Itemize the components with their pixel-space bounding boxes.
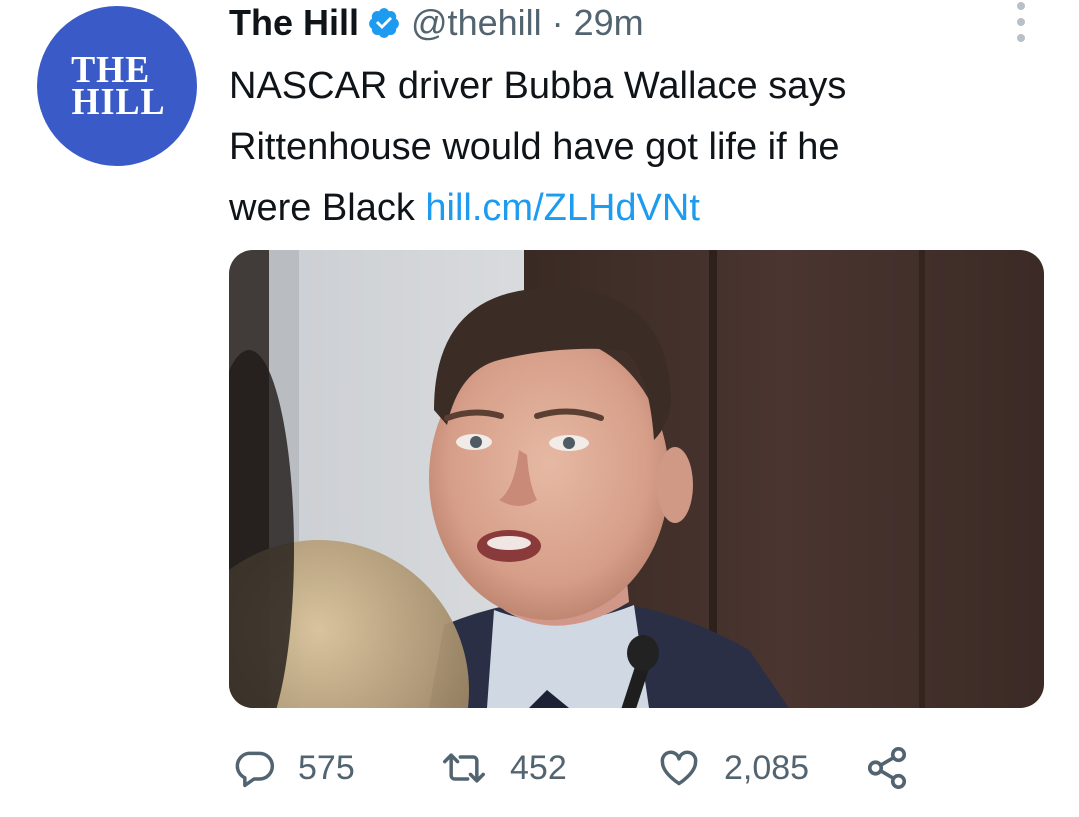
- retweet-arrows-icon: [443, 753, 485, 783]
- avatar-logo-line-2: HILL: [71, 81, 167, 123]
- avatar[interactable]: THE HILL: [37, 6, 197, 166]
- heart-icon: [660, 750, 698, 786]
- photo-person-testifying: [229, 250, 1044, 708]
- share-button[interactable]: [864, 742, 910, 794]
- tweet-text-line-3: were Black hill.cm/ZLHdVNt: [229, 178, 1029, 239]
- like-count: 2,085: [724, 748, 810, 787]
- share-icon: [867, 747, 907, 789]
- reply-button[interactable]: 575: [232, 742, 355, 794]
- retweet-button[interactable]: 452: [440, 742, 567, 794]
- tweet-text-line-2: Rittenhouse would have got life if he: [229, 126, 840, 168]
- article-link[interactable]: hill.cm/ZLHdVNt: [425, 187, 700, 229]
- tweet-photo[interactable]: [229, 250, 1044, 708]
- tweet-header: The Hill @thehill · 29m: [229, 0, 644, 46]
- separator-dot: ·: [551, 2, 564, 43]
- author-name[interactable]: The Hill: [229, 2, 359, 44]
- tweet[interactable]: THE HILL The Hill @thehill · 29m NASCAR …: [0, 0, 1079, 817]
- reply-count: 575: [298, 748, 355, 787]
- verified-badge-icon: [369, 8, 399, 38]
- reply-bubble-icon: [235, 751, 275, 788]
- retweet-count: 452: [510, 748, 567, 787]
- tweet-text: NASCAR driver Bubba Wallace says Rittenh…: [229, 56, 1029, 239]
- tweet-text-line-3-words: were Black: [229, 187, 426, 229]
- action-bar: 575 452 2,085: [232, 742, 932, 794]
- timestamp[interactable]: 29m: [574, 2, 644, 44]
- like-button[interactable]: 2,085: [656, 742, 809, 794]
- tweet-text-line-1: NASCAR driver Bubba Wallace says: [229, 65, 847, 107]
- author-handle[interactable]: @thehill: [411, 2, 542, 44]
- more-options-icon[interactable]: [1010, 2, 1032, 42]
